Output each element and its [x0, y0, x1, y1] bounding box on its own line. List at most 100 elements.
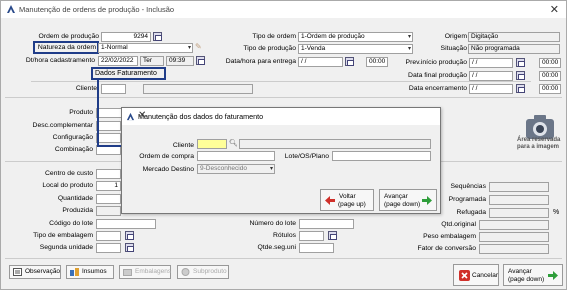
- qtde-seg-field[interactable]: [299, 243, 334, 253]
- prev-inicio-calendar-icon[interactable]: [516, 58, 525, 67]
- dialog-title-bar: Manutenção dos dados do faturamento ✕: [122, 108, 440, 125]
- tab-insumos[interactable]: Insumos: [66, 265, 114, 279]
- percent-sign: %: [553, 209, 560, 216]
- main-window: Manutenção de ordens de produção - Inclu…: [0, 0, 567, 290]
- segunda-unidade-search-icon[interactable]: [125, 243, 134, 252]
- data-encerr-field[interactable]: / /: [469, 84, 513, 94]
- ordem-label: Ordem de produção: [38, 33, 99, 40]
- quantidade-field[interactable]: [96, 194, 121, 204]
- dt-time-field: 09:39: [166, 56, 194, 66]
- dt-label: Dt/hora cadastramento: [25, 57, 95, 64]
- segunda-unidade-label: Segunda unidade: [39, 244, 93, 251]
- tipo-embalagem-field[interactable]: [96, 231, 121, 241]
- programada-field: [489, 195, 549, 205]
- dt-date-field[interactable]: 22/02/2022: [98, 56, 138, 66]
- ordem-compra-label: Ordem de compra: [139, 153, 194, 160]
- tipo-producao-select[interactable]: 1-Venda ▾: [298, 44, 413, 54]
- hora-entrega-field[interactable]: 00:00: [366, 57, 388, 67]
- segunda-unidade-field[interactable]: [96, 243, 121, 253]
- numero-lote-label: Número do lote: [249, 220, 296, 227]
- tab-subproduto[interactable]: Subproduto: [177, 265, 229, 279]
- produzida-field: [96, 206, 121, 216]
- dialog-cliente-name-field: [239, 139, 431, 149]
- tipo-ordem-select[interactable]: 1-Ordem de produção ▾: [298, 32, 413, 42]
- situacao-field: Não programada: [468, 44, 560, 54]
- dialog-voltar-button[interactable]: Voltar (page up): [320, 189, 374, 211]
- image-caption-2: para a imagem: [517, 144, 560, 150]
- prev-inicio-hora-field[interactable]: 00:00: [539, 58, 561, 68]
- cancel-button[interactable]: Cancelar: [453, 264, 499, 286]
- centro-field[interactable]: [96, 169, 121, 179]
- mercado-label: Mercado Destino: [142, 166, 194, 173]
- data-entrega-field[interactable]: / /: [298, 57, 343, 67]
- data-encerr-hora-field[interactable]: 00:00: [539, 84, 561, 94]
- desc-field[interactable]: [96, 121, 121, 131]
- cliente-field[interactable]: [101, 84, 126, 94]
- connector-line: [97, 80, 99, 146]
- refugada-label: Refugada: [456, 209, 486, 216]
- dialog-cliente-field[interactable]: [197, 139, 227, 149]
- config-field[interactable]: [96, 133, 121, 143]
- dt-day-field: Ter: [140, 56, 164, 66]
- cancel-icon: [459, 270, 470, 281]
- data-entrega-label: Data/hora para entrega: [225, 58, 296, 65]
- data-final-calendar-icon[interactable]: [516, 71, 525, 80]
- ordem-compra-field[interactable]: [197, 151, 275, 161]
- rotulos-field[interactable]: [299, 231, 324, 241]
- data-encerr-calendar-icon[interactable]: [516, 84, 525, 93]
- close-icon[interactable]: ✕: [550, 3, 559, 16]
- rotulos-search-icon[interactable]: [328, 231, 337, 240]
- dialog-avancar-button[interactable]: Avançar (page down): [379, 189, 437, 211]
- cliente-name-field: [143, 84, 253, 94]
- fator-label: Fator de conversão: [417, 245, 476, 252]
- data-final-hora-field[interactable]: 00:00: [539, 71, 561, 81]
- dialog-close-icon[interactable]: ✕: [138, 110, 434, 121]
- tipo-embalagem-label: Tipo de embalagem: [33, 232, 93, 239]
- data-entrega-calendar-icon[interactable]: [345, 57, 354, 66]
- tab-observacao[interactable]: Observação: [9, 265, 61, 279]
- data-final-field[interactable]: / /: [469, 71, 513, 81]
- mercado-select[interactable]: 9-Desconhecido ▾: [197, 164, 275, 174]
- qtd-original-label: Qtd.original: [441, 221, 476, 228]
- ordem-search-icon[interactable]: [153, 32, 162, 41]
- faturamento-dialog: Manutenção dos dados do faturamento ✕ Cl…: [121, 107, 441, 214]
- chevron-down-icon: ▾: [269, 166, 273, 172]
- sequencias-label: Sequências: [450, 183, 486, 190]
- natureza-select[interactable]: 1-Normal ▾: [98, 43, 193, 53]
- title-bar: Manutenção de ordens de produção - Inclu…: [1, 1, 566, 18]
- quantidade-label: Quantidade: [57, 195, 93, 202]
- camera-icon[interactable]: [520, 109, 560, 149]
- dt-calendar-icon[interactable]: [196, 56, 205, 65]
- ordem-field[interactable]: 9294: [101, 32, 151, 42]
- fator-field: [479, 244, 549, 254]
- qtde-seg-label: Qtde.seg.uni: [257, 244, 296, 251]
- app-icon: [7, 5, 15, 13]
- centro-label: Centro de custo: [45, 170, 93, 177]
- chevron-down-icon: ▾: [407, 46, 411, 52]
- produzida-label: Produzida: [62, 207, 93, 214]
- programada-label: Programada: [448, 196, 486, 203]
- avancar-button[interactable]: Avançar (page down): [503, 264, 563, 286]
- local-field[interactable]: 1: [96, 181, 121, 191]
- tab-embalagens[interactable]: Embalagens: [119, 265, 171, 279]
- lote-field[interactable]: [332, 151, 431, 161]
- tipo-producao-label: Tipo de produção: [243, 45, 296, 52]
- search-icon[interactable]: 🔍︎: [229, 139, 238, 147]
- sequencias-field: [489, 182, 549, 192]
- codigo-lote-field[interactable]: [96, 219, 156, 229]
- package-icon: [123, 269, 132, 276]
- dados-faturamento-button[interactable]: Dados Faturamento: [95, 70, 157, 77]
- natureza-label: Natureza da ordem: [37, 44, 96, 51]
- desc-label: Desc.complementar: [32, 122, 93, 129]
- prev-inicio-field[interactable]: / /: [469, 58, 513, 68]
- materials-icon: [70, 268, 79, 276]
- data-encerr-label: Data encerramento: [408, 85, 467, 92]
- lote-label: Lote/OS/Plano: [284, 153, 329, 160]
- tipo-embalagem-search-icon[interactable]: [125, 231, 134, 240]
- numero-lote-field[interactable]: [299, 219, 354, 229]
- combinacao-label: Combinação: [54, 146, 93, 153]
- subproduct-icon: [181, 268, 190, 276]
- natureza-pick-icon[interactable]: ✎: [195, 42, 202, 51]
- divider: [5, 97, 562, 98]
- codigo-lote-label: Código do lote: [49, 220, 93, 227]
